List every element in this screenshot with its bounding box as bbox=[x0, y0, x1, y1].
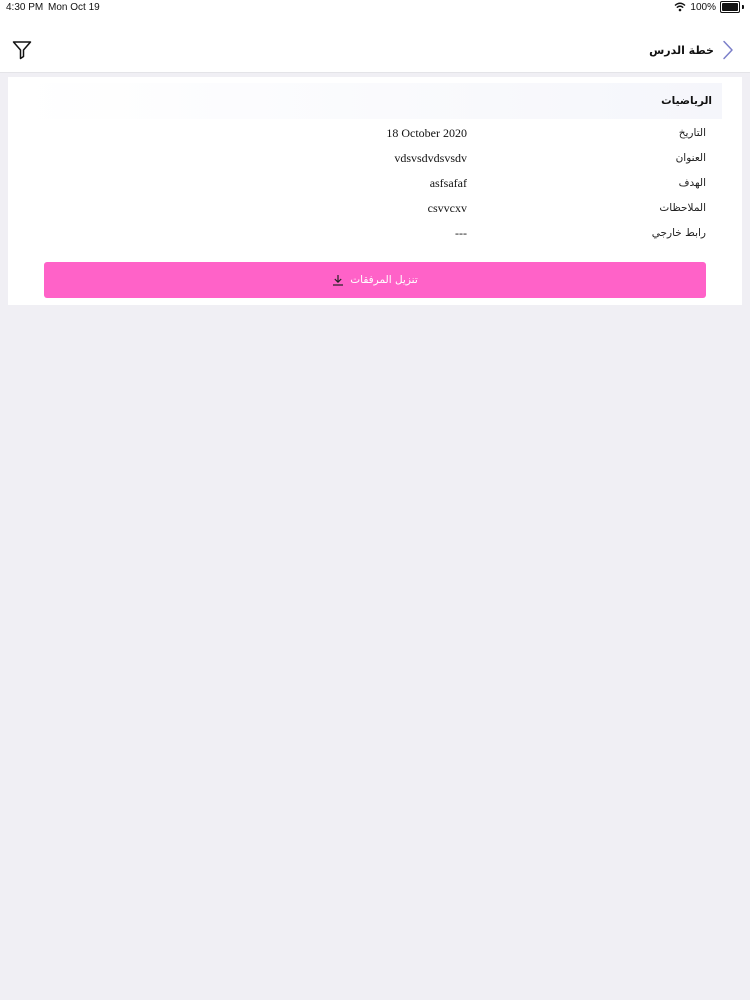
status-time: 4:30 PM bbox=[6, 2, 44, 13]
wifi-icon bbox=[674, 2, 686, 12]
detail-label: الهدف bbox=[678, 177, 706, 189]
battery-icon bbox=[720, 1, 740, 13]
detail-label: العنوان bbox=[675, 152, 706, 164]
detail-value[interactable]: --- bbox=[455, 226, 467, 241]
detail-label: رابط خارجي bbox=[651, 227, 706, 239]
subject-title: الرياضيات bbox=[661, 95, 712, 107]
detail-value: csvvcxv bbox=[427, 201, 467, 215]
detail-row-date: التاريخ 18 October 2020 bbox=[8, 126, 742, 152]
detail-row-title: العنوان vdsvsdvdsvsdv bbox=[8, 151, 742, 177]
detail-row-external-link: رابط خارجي --- bbox=[8, 226, 742, 252]
download-label: تنزيل المرفقات bbox=[350, 274, 418, 286]
download-attachments-button[interactable]: تنزيل المرفقات bbox=[44, 262, 706, 298]
detail-row-goal: الهدف asfsafaf bbox=[8, 176, 742, 202]
battery-percent: 100% bbox=[690, 1, 716, 13]
detail-row-notes: الملاحظات csvvcxv bbox=[8, 201, 742, 227]
battery-cap bbox=[742, 5, 744, 9]
detail-label: التاريخ bbox=[678, 127, 706, 139]
page-title: خطة الدرس bbox=[649, 43, 714, 57]
back-button[interactable]: خطة الدرس bbox=[649, 40, 734, 60]
details-list: التاريخ 18 October 2020 العنوان vdsvsdvd… bbox=[8, 126, 742, 252]
status-date: Mon Oct 19 bbox=[48, 2, 100, 13]
card-header: الرياضيات bbox=[18, 83, 722, 119]
battery-fill bbox=[722, 3, 738, 11]
detail-value: 18 October 2020 bbox=[386, 126, 467, 140]
filter-icon bbox=[12, 41, 32, 60]
filter-button[interactable] bbox=[12, 40, 32, 60]
nav-bar: خطة الدرس bbox=[0, 16, 750, 73]
chevron-right-icon bbox=[723, 40, 733, 60]
screen: 4:30 PM Mon Oct 19 100% خطة الدرس الرياض… bbox=[0, 0, 750, 1000]
download-icon bbox=[333, 275, 344, 286]
lesson-card: الرياضيات التاريخ 18 October 2020 العنوا… bbox=[8, 77, 742, 305]
status-bar: 4:30 PM Mon Oct 19 100% bbox=[0, 0, 750, 16]
status-right: 100% bbox=[674, 1, 744, 13]
detail-label: الملاحظات bbox=[659, 202, 706, 214]
detail-value: vdsvsdvdsvsdv bbox=[394, 151, 467, 165]
detail-value: asfsafaf bbox=[429, 176, 467, 190]
